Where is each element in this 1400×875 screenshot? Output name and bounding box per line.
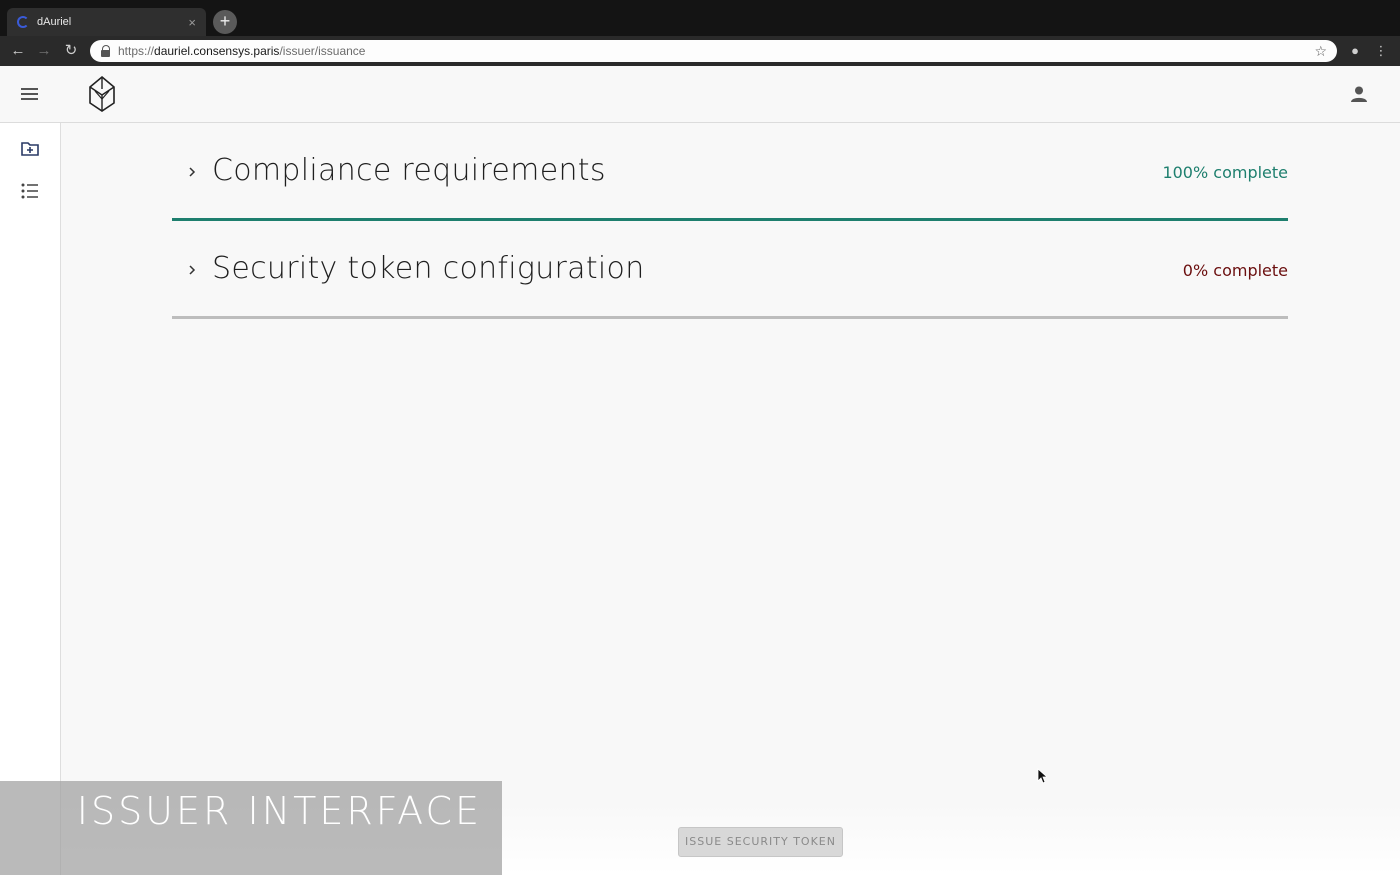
browser-tab-bar: dAuriel × + [0, 0, 1400, 36]
section-title: Security token configuration [212, 251, 645, 286]
browser-toolbar: ← → ↻ https:// dauriel.consensys.paris /… [0, 36, 1400, 66]
issue-security-token-button[interactable]: ISSUE SECURITY TOKEN [678, 827, 843, 857]
security-token-configuration-section[interactable]: Security token configuration 0% complete [172, 241, 1288, 319]
favicon-icon [17, 16, 29, 28]
reload-icon[interactable]: ↻ [61, 41, 81, 61]
app-header [0, 66, 1400, 123]
tab-title: dAuriel [37, 16, 72, 28]
section-title: Compliance requirements [212, 153, 606, 188]
lock-icon [100, 45, 112, 57]
video-caption-overlay: ISSUER INTERFACE [0, 781, 502, 875]
sidebar [0, 123, 61, 875]
browser-tab[interactable]: dAuriel × [7, 8, 206, 36]
chevron-right-icon[interactable] [185, 263, 199, 277]
address-bar[interactable]: https:// dauriel.consensys.paris /issuer… [90, 40, 1337, 62]
section-status: 100% complete [1162, 163, 1288, 182]
user-account-icon[interactable] [1350, 86, 1368, 102]
incognito-icon[interactable]: ● [1346, 42, 1364, 60]
tab-close-icon[interactable]: × [188, 15, 196, 30]
url-scheme: https:// [118, 44, 155, 58]
caption-text: ISSUER INTERFACE [76, 789, 482, 833]
section-status: 0% complete [1182, 261, 1288, 280]
main-content: Compliance requirements 100% complete Se… [61, 123, 1400, 875]
compliance-requirements-section[interactable]: Compliance requirements 100% complete [172, 143, 1288, 221]
new-tab-button[interactable]: + [213, 10, 237, 34]
hamburger-menu-icon[interactable] [21, 88, 38, 100]
dauriel-logo[interactable] [87, 75, 117, 113]
url-host: dauriel.consensys.paris [154, 44, 280, 58]
chevron-right-icon[interactable] [185, 165, 199, 179]
folder-add-icon[interactable] [20, 139, 40, 159]
bookmark-star-icon[interactable]: ☆ [1314, 43, 1327, 60]
more-options-icon[interactable]: ⋮ [1372, 42, 1390, 60]
mouse-cursor-icon [1037, 768, 1047, 784]
url-path: /issuer/issuance [279, 44, 366, 58]
back-arrow-icon[interactable]: ← [8, 41, 28, 61]
forward-arrow-icon[interactable]: → [34, 41, 54, 61]
list-icon[interactable] [20, 181, 40, 201]
